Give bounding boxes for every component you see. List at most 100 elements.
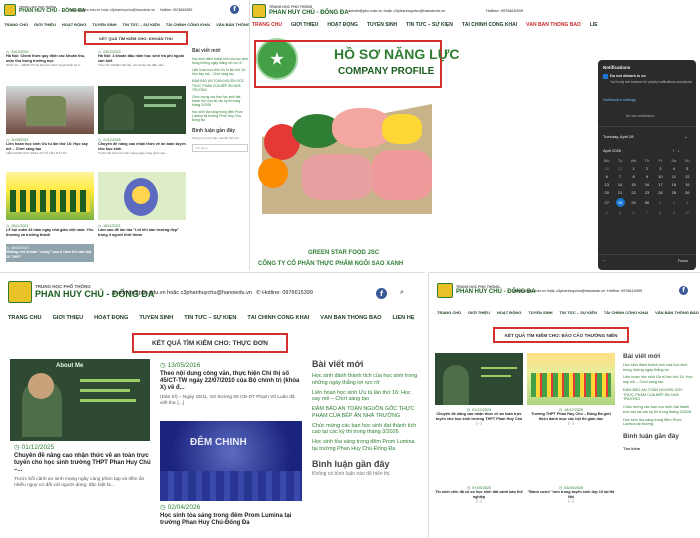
collapse-icon[interactable]: ⌄ — [684, 134, 687, 139]
nav-item[interactable]: VĂN BẢN THÔNG BÁO — [216, 22, 249, 27]
facebook-icon[interactable]: f — [376, 288, 387, 299]
post-thumbnail[interactable] — [527, 353, 615, 405]
post-card[interactable]: ◷ 24/10/2024 Hà Nội: Chính thức quy định … — [6, 50, 94, 67]
calendar-day[interactable]: 6 — [627, 210, 640, 215]
sidebar-link[interactable]: Học sinh tỏa sáng trong đêm Prom Lumina … — [623, 418, 695, 427]
post-title[interactable]: Liên hoan học sinh Ưu tú lần thứ 16: Học… — [6, 142, 94, 151]
site-logo[interactable]: TRUNG HỌC PHỔ THÔNG PHAN HUY CHÚ - ĐỐNG … — [252, 4, 349, 18]
sidebar-link[interactable]: ĐẢM BẢO AN TOÀN NGUỒN GỐC THỰC PHẨM CỦA … — [312, 406, 418, 420]
post-thumbnail[interactable] — [6, 86, 94, 134]
hotline[interactable]: Hotline: 0976615399 — [607, 289, 642, 293]
checkbox-icon[interactable] — [603, 74, 608, 79]
post-card[interactable]: ◷ 18/12/2025 Trường THPT Phan Huy Chú – Đ… — [527, 407, 615, 426]
post-thumbnail[interactable] — [98, 86, 186, 134]
nav-item[interactable]: TÀI CHÍNH CÔNG KHAI — [166, 22, 210, 27]
hotline[interactable]: Hotline: 0976615399 — [160, 8, 192, 12]
post-title[interactable]: "Đánh cược" hơn trong tuyển sinh lớp 10 … — [527, 490, 615, 499]
contact-email[interactable]: admin@phc.edu.vn hoặc c3phanhuychu@hanoi… — [513, 289, 605, 293]
sidebar-link[interactable]: Chúc mừng các bạn học sinh đạt thành tíc… — [192, 95, 248, 107]
sidebar-link[interactable]: Học sinh tỏa sáng trong đêm Prom Lumina … — [192, 110, 248, 122]
sidebar-link[interactable]: ĐẢM BẢO AN TOÀN NGUỒN GỐC THỰC PHẨM CỦA … — [192, 79, 248, 91]
post-title[interactable]: Những nét khoản "nóng" sau 6 năm thi vào… — [6, 250, 94, 259]
post-thumbnail[interactable]: About Me — [10, 359, 150, 441]
post-card[interactable]: ◷ 23/12/2023 Hà Nội: 4 khoản đầu năm học … — [98, 50, 186, 67]
calendar-day[interactable]: 9 — [640, 174, 653, 179]
nav-item[interactable]: HOẠT ĐỘNG — [62, 22, 86, 27]
post-thumbnail[interactable] — [435, 353, 523, 405]
calendar-day[interactable]: 1 — [654, 198, 667, 207]
calendar-day[interactable]: 17 — [654, 182, 667, 187]
calendar-day[interactable]: 3 — [654, 166, 667, 171]
calendar-day[interactable]: 5 — [681, 166, 694, 171]
calendar-day[interactable]: 10 — [654, 174, 667, 179]
sidebar-link[interactable]: Học sinh tỏa sáng trong đêm Prom Lumina … — [312, 439, 418, 453]
calendar-day[interactable]: 20 — [600, 190, 613, 195]
facebook-icon[interactable]: f — [679, 286, 688, 295]
sidebar-link[interactable]: Học sinh đánh thành tích của học sinh tr… — [312, 373, 418, 387]
post-card[interactable]: ◷ 11/09/2023 Liên hoan học sinh Ưu tú lần… — [6, 138, 94, 155]
nav-item[interactable]: VĂN BẢN THÔNG BÁO — [655, 310, 699, 315]
sidebar-link[interactable]: Chúc mừng các bạn học sinh đạt thành tíc… — [312, 423, 418, 437]
contact-email[interactable]: admin@phc.edu.vn hoặc c3phanhuychu@hanoi… — [348, 8, 445, 13]
calendar-day[interactable]: 16 — [640, 182, 653, 187]
calendar-day[interactable]: 13 — [600, 182, 613, 187]
calendar-day[interactable]: 8 — [627, 174, 640, 179]
post-title[interactable]: Làm sao để lan tỏa "Lời khi nào trường đ… — [98, 228, 186, 237]
calendar-day[interactable]: 1 — [627, 166, 640, 171]
post-card[interactable]: ◷ 16/11/2023 Làm sao để lan tỏa "Lời khi … — [98, 224, 186, 237]
calendar-day[interactable]: 19 — [681, 182, 694, 187]
post-card[interactable]: ◷ 01/12/2025 Chuyên đề nâng cao nhận thức… — [14, 443, 154, 489]
calendar-day[interactable]: 11 — [667, 174, 680, 179]
sidebar-link[interactable]: Học sinh đánh thành tích của học sinh tr… — [623, 363, 695, 372]
calendar-day[interactable]: 28 — [615, 198, 625, 207]
sidebar-link[interactable]: Liên hoan học sinh Ưu tú lần thứ 16: Học… — [192, 68, 248, 76]
nav-item[interactable]: TUYỂN SINH — [139, 315, 173, 321]
facebook-icon[interactable]: f — [230, 5, 239, 14]
nav-item[interactable]: TÀI CHÍNH CÔNG KHAI — [462, 22, 517, 28]
nav-item[interactable]: TRANG CHỦ — [4, 22, 28, 27]
calendar-day[interactable]: 3 — [681, 198, 694, 207]
nav-item[interactable]: VĂN BẢN THÔNG BÁO — [526, 22, 581, 28]
month-arrows-icon[interactable]: ↑↓ — [672, 148, 682, 153]
post-title[interactable]: Chuyên đề nâng cao nhận thức về an toàn … — [98, 142, 186, 151]
calendar-day[interactable]: 26 — [681, 190, 694, 195]
post-title[interactable]: Chuyên đề nâng cao nhận thức về an toàn … — [435, 412, 523, 421]
calendar-day[interactable]: 15 — [627, 182, 640, 187]
calendar-day[interactable]: 21 — [613, 190, 626, 195]
calendar-day[interactable]: 12 — [681, 174, 694, 179]
post-title[interactable]: Chuyên đề nâng cao nhận thức về an toàn … — [14, 453, 154, 475]
nav-item[interactable]: GIỚI THIỆU — [34, 22, 56, 27]
sidebar-link[interactable]: Liên hoan học sinh Ưu tú lần thứ 16: Học… — [623, 375, 695, 384]
calendar-day[interactable]: 5 — [613, 210, 626, 215]
focus-button[interactable]: Focus — [678, 259, 688, 263]
nav-item[interactable]: TIN TỨC – SỰ KIỆN — [560, 310, 597, 315]
nav-item[interactable]: TRANG CHỦ — [8, 315, 42, 321]
nav-item[interactable]: TIN TỨC – SỰ KIỆN — [406, 22, 453, 28]
nav-item[interactable]: TRANG CHỦ — [252, 22, 282, 28]
calendar-day[interactable]: 18 — [667, 182, 680, 187]
post-thumbnail[interactable] — [6, 172, 94, 220]
calendar-day[interactable]: 4 — [667, 166, 680, 171]
calendar-day[interactable]: 7 — [640, 210, 653, 215]
post-card[interactable]: ◷ 08/08/2023 Những nét khoản "nóng" sau 6… — [6, 246, 94, 259]
calendar-day[interactable]: 30 — [640, 198, 653, 207]
post-card[interactable]: ◷ 13/05/2016 Theo nội dung công văn, thực… — [160, 361, 302, 407]
post-card[interactable]: ◷ 01/12/2025 Chuyên đề nâng cao nhận thức… — [98, 138, 186, 155]
contact-email[interactable]: admin@phc.edu.vn hoặc c3phanhuychu@hanoi… — [70, 8, 155, 12]
calendar-day[interactable]: 29 — [627, 198, 640, 207]
post-title[interactable]: Hà Nội: Chính thức quy định các khoản th… — [6, 54, 94, 63]
calendar-day[interactable]: 6 — [600, 174, 613, 179]
nav-item[interactable]: HOẠT ĐỘNG — [94, 315, 128, 321]
calendar-day[interactable]: 2 — [667, 198, 680, 207]
post-card[interactable]: ◷ 07/05/2025 Tin sinh viên đã có số học s… — [435, 485, 523, 504]
calendar-day[interactable]: 9 — [667, 210, 680, 215]
calendar-day[interactable]: 2 — [640, 166, 653, 171]
calendar-day[interactable]: 8 — [654, 210, 667, 215]
calendar-day[interactable]: 23 — [640, 190, 653, 195]
nav-item[interactable]: TÀI CHÍNH CÔNG KHAI — [604, 310, 648, 315]
post-title[interactable]: Lễ hội xuân 43 năm ngày nhà giáo việt na… — [6, 228, 94, 237]
nav-item[interactable]: HOẠT ĐỘNG — [497, 310, 521, 315]
calendar-day[interactable]: 14 — [613, 182, 626, 187]
sidebar-link[interactable]: Học sinh đánh thành tích của học sinh tr… — [192, 57, 248, 65]
nav-item[interactable]: GIỚI THIỆU — [53, 315, 84, 321]
